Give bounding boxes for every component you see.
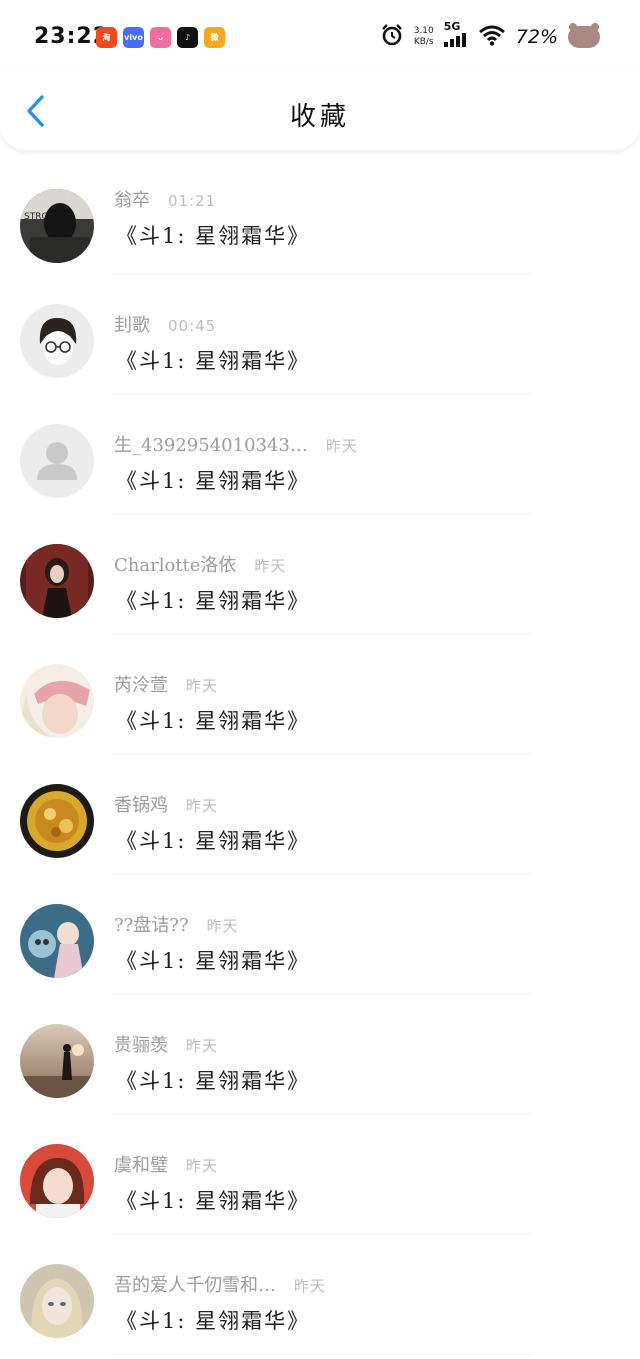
bilibili-icon: ᴗ xyxy=(150,27,171,48)
item-meta: 生_4392954010343… 昨天 xyxy=(114,431,358,457)
book-title[interactable]: 《斗1: 星翎霜华》 xyxy=(116,1185,310,1215)
item-meta: 贵骊羡 昨天 xyxy=(114,1031,218,1057)
network-speed: 3.10 KB/s xyxy=(414,26,434,48)
list-item[interactable]: 香锅鸡 昨天《斗1: 星翎霜华》 xyxy=(0,755,640,875)
avatar[interactable]: STRON xyxy=(20,189,94,263)
book-title[interactable]: 《斗1: 星翎霜华》 xyxy=(116,585,310,615)
list-item[interactable]: 虞和璧 昨天《斗1: 星翎霜华》 xyxy=(0,1115,640,1235)
alarm-icon xyxy=(380,23,404,51)
avatar[interactable] xyxy=(20,784,94,858)
list-item[interactable]: Charlotte洛依 昨天《斗1: 星翎霜华》 xyxy=(0,515,640,635)
timestamp: 昨天 xyxy=(294,1277,327,1295)
list-item[interactable]: 刲歌 00:45 《斗1: 星翎霜华》 xyxy=(0,275,640,395)
timestamp: 昨天 xyxy=(254,557,287,575)
network-type: 5G xyxy=(443,20,461,33)
timestamp: 昨天 xyxy=(325,437,358,455)
timestamp: 00:45 xyxy=(168,317,217,335)
list-item[interactable]: 吾的爱人千仞雪和… 昨天《斗1: 星翎霜华》 xyxy=(0,1235,640,1355)
timestamp: 昨天 xyxy=(206,917,239,935)
status-right-group: 3.10 KB/s 5G 72% xyxy=(380,20,600,51)
battery-percent: 72% xyxy=(515,25,558,48)
item-meta: 吾的爱人千仞雪和… 昨天 xyxy=(114,1271,326,1297)
item-meta: 虞和璧 昨天 xyxy=(114,1151,218,1177)
page-title: 收藏 xyxy=(289,102,350,132)
book-title[interactable]: 《斗1: 星翎霜华》 xyxy=(116,945,310,975)
book-title[interactable]: 《斗1: 星翎霜华》 xyxy=(116,345,310,375)
item-meta: ??盘诘?? 昨天 xyxy=(114,911,239,937)
list-item[interactable]: 芮泠萱 昨天《斗1: 星翎霜华》 xyxy=(0,635,640,755)
avatar[interactable] xyxy=(20,424,94,498)
signal-icon xyxy=(443,32,468,51)
status-app-icons: 淘 vivo ᴗ ♪ 微 xyxy=(96,27,225,48)
list-item[interactable]: 贵骊羡 昨天《斗1: 星翎霜华》 xyxy=(0,995,640,1115)
item-meta: 芮泠萱 昨天 xyxy=(114,671,218,697)
user-name[interactable]: 贵骊羡 xyxy=(114,1031,168,1057)
timestamp: 昨天 xyxy=(186,1157,219,1175)
favorites-list: STRON 翁卒 01:21 《斗1: 星翎霜华》 刲歌 00:45 《斗1: 星翎霜华》生… xyxy=(0,150,640,1355)
weibo-icon: 微 xyxy=(204,27,225,48)
divider xyxy=(112,1354,532,1355)
avatar[interactable] xyxy=(20,1024,94,1098)
nav-header: 收藏 xyxy=(0,72,640,150)
user-name[interactable]: 芮泠萱 xyxy=(114,671,168,697)
vivo-icon: vivo xyxy=(123,27,144,48)
user-name[interactable]: 虞和璧 xyxy=(114,1151,168,1177)
user-name[interactable]: Charlotte洛依 xyxy=(114,551,236,577)
item-meta: 香锅鸡 昨天 xyxy=(114,791,218,817)
avatar[interactable] xyxy=(20,664,94,738)
avatar[interactable] xyxy=(20,544,94,618)
book-title[interactable]: 《斗1: 星翎霜华》 xyxy=(116,1305,310,1335)
avatar[interactable] xyxy=(20,1264,94,1338)
tiktok-icon: ♪ xyxy=(177,27,198,48)
timestamp: 昨天 xyxy=(186,1037,219,1055)
list-item[interactable]: 生_4392954010343… 昨天 《斗1: 星翎霜华》 xyxy=(0,395,640,515)
list-item[interactable]: ??盘诘?? 昨天《斗1: 星翎霜华》 xyxy=(0,875,640,995)
status-bar: 23:22 淘 vivo ᴗ ♪ 微 3.10 KB/s 5G 72% xyxy=(0,0,640,72)
book-title[interactable]: 《斗1: 星翎霜华》 xyxy=(116,1065,310,1095)
timestamp: 昨天 xyxy=(186,677,219,695)
book-title[interactable]: 《斗1: 星翎霜华》 xyxy=(116,705,310,735)
list-item[interactable]: STRON 翁卒 01:21 《斗1: 星翎霜华》 xyxy=(0,150,640,275)
book-title[interactable]: 《斗1: 星翎霜华》 xyxy=(116,220,310,250)
cellular-indicator: 5G xyxy=(443,20,468,51)
item-meta: Charlotte洛依 昨天 xyxy=(114,551,286,577)
book-title[interactable]: 《斗1: 星翎霜华》 xyxy=(116,825,310,855)
item-meta: 刲歌 00:45 xyxy=(114,311,216,337)
avatar[interactable] xyxy=(20,304,94,378)
battery-icon xyxy=(568,22,600,48)
avatar[interactable] xyxy=(20,904,94,978)
item-meta: 翁卒 01:21 xyxy=(114,186,216,212)
taobao-icon: 淘 xyxy=(96,27,117,48)
user-name[interactable]: 翁卒 xyxy=(114,186,150,212)
wifi-icon xyxy=(478,24,506,50)
avatar[interactable] xyxy=(20,1144,94,1218)
network-speed-unit: KB/s xyxy=(413,36,434,47)
timestamp: 昨天 xyxy=(186,797,219,815)
user-name[interactable]: ??盘诘?? xyxy=(114,911,189,937)
network-speed-value: 3.10 xyxy=(413,25,434,36)
user-name[interactable]: 生_4392954010343… xyxy=(114,431,308,457)
timestamp: 01:21 xyxy=(168,192,217,210)
book-title[interactable]: 《斗1: 星翎霜华》 xyxy=(116,465,310,495)
user-name[interactable]: 吾的爱人千仞雪和… xyxy=(114,1271,276,1297)
user-name[interactable]: 刲歌 xyxy=(114,311,150,337)
user-name[interactable]: 香锅鸡 xyxy=(114,791,168,817)
